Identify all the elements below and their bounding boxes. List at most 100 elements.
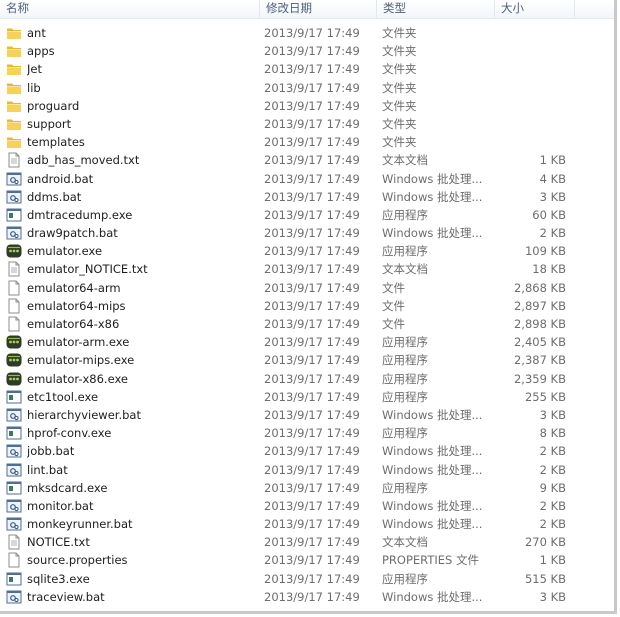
- file-size: 3 KB: [539, 189, 566, 204]
- blank-file-icon: [6, 298, 22, 314]
- file-name: support: [27, 116, 72, 131]
- file-name: proguard: [27, 98, 80, 113]
- file-row[interactable]: traceview.bat 2013/9/17 17:49 Windows 批处理.…: [0, 588, 614, 606]
- file-size: 2,868 KB: [513, 280, 566, 295]
- file-date-modified: 2013/9/17 17:49: [264, 335, 360, 350]
- file-type: Windows 批处理...: [382, 462, 483, 477]
- emulator-icon: [6, 334, 22, 350]
- file-type: 应用程序: [382, 353, 428, 368]
- file-row[interactable]: templates 2013/9/17 17:49 文件夹: [0, 133, 614, 151]
- file-row[interactable]: android.bat 2013/9/17 17:49 Windows 批处理...…: [0, 170, 614, 188]
- file-name: android.bat: [27, 171, 94, 186]
- file-date-modified: 2013/9/17 17:49: [264, 98, 360, 113]
- file-row[interactable]: emulator-arm.exe 2013/9/17 17:49 应用程序 2,405…: [0, 333, 614, 351]
- file-name: emulator64-arm: [27, 280, 121, 295]
- file-date-modified: 2013/9/17 17:49: [264, 80, 360, 95]
- file-name: adb_has_moved.txt: [27, 153, 140, 168]
- file-row[interactable]: Jet 2013/9/17 17:49 文件夹: [0, 60, 614, 78]
- folder-icon: [6, 98, 22, 114]
- blank-file-icon: [6, 280, 22, 296]
- file-type: Windows 批处理...: [382, 226, 483, 241]
- file-type: 文件夹: [382, 135, 417, 150]
- file-name: monkeyrunner.bat: [27, 517, 133, 532]
- file-row[interactable]: adb_has_moved.txt 2013/9/17 17:49 文本文档 1 KB: [0, 151, 614, 169]
- file-date-modified: 2013/9/17 17:49: [264, 189, 360, 204]
- file-row[interactable]: emulator-mips.exe 2013/9/17 17:49 应用程序 2,38…: [0, 351, 614, 369]
- file-size: 2,359 KB: [513, 371, 566, 386]
- file-name: ddms.bat: [27, 189, 82, 204]
- file-name: Jet: [27, 62, 42, 77]
- file-row[interactable]: emulator_NOTICE.txt 2013/9/17 17:49 文本文档 18…: [0, 260, 614, 278]
- file-row[interactable]: emulator64-x86 2013/9/17 17:49 文件 2,898 KB: [0, 315, 614, 333]
- text-file-icon: [6, 261, 22, 277]
- file-row[interactable]: emulator.exe 2013/9/17 17:49 应用程序 109 KB: [0, 242, 614, 260]
- folder-icon: [6, 61, 22, 77]
- file-name: emulator-arm.exe: [27, 335, 130, 350]
- file-row[interactable]: lint.bat 2013/9/17 17:49 Windows 批处理... 2 K…: [0, 461, 614, 479]
- file-size: [495, 60, 566, 78]
- file-row[interactable]: support 2013/9/17 17:49 文件夹: [0, 115, 614, 133]
- file-type: 文本文档: [382, 153, 428, 168]
- file-size: 1 KB: [539, 553, 566, 568]
- file-row[interactable]: proguard 2013/9/17 17:49 文件夹: [0, 97, 614, 115]
- file-row[interactable]: sqlite3.exe 2013/9/17 17:49 应用程序 515 KB: [0, 570, 614, 588]
- column-header-type[interactable]: 类型: [377, 0, 495, 18]
- file-row[interactable]: emulator-x86.exe 2013/9/17 17:49 应用程序 2,359…: [0, 370, 614, 388]
- file-size: 2,387 KB: [513, 353, 566, 368]
- file-row[interactable]: apps 2013/9/17 17:49 文件夹: [0, 42, 614, 60]
- file-date-modified: 2013/9/17 17:49: [264, 135, 360, 150]
- file-row[interactable]: hprof-conv.exe 2013/9/17 17:49 应用程序 8 KB: [0, 424, 614, 442]
- file-row[interactable]: emulator64-mips 2013/9/17 17:49 文件 2,897 KB: [0, 297, 614, 315]
- file-name: emulator-x86.exe: [27, 371, 128, 386]
- file-row[interactable]: hierarchyviewer.bat 2013/9/17 17:49 Window…: [0, 406, 614, 424]
- file-row[interactable]: NOTICE.txt 2013/9/17 17:49 文本文档 270 KB: [0, 533, 614, 551]
- file-row[interactable]: monkeyrunner.bat 2013/9/17 17:49 Windows 批…: [0, 515, 614, 533]
- file-name: emulator_NOTICE.txt: [27, 262, 148, 277]
- file-date-modified: 2013/9/17 17:49: [264, 298, 360, 313]
- file-date-modified: 2013/9/17 17:49: [264, 26, 360, 40]
- file-type: 文件夹: [382, 26, 417, 40]
- file-size: 270 KB: [524, 535, 566, 550]
- column-header-date-modified[interactable]: 修改日期: [260, 0, 377, 18]
- file-date-modified: 2013/9/17 17:49: [264, 535, 360, 550]
- file-row[interactable]: source.properties 2013/9/17 17:49 PROPERTI…: [0, 551, 614, 569]
- file-size: [495, 42, 566, 60]
- executable-icon: [6, 389, 22, 405]
- file-row[interactable]: etc1tool.exe 2013/9/17 17:49 应用程序 255 KB: [0, 388, 614, 406]
- file-size: [495, 97, 566, 115]
- file-row[interactable]: emulator64-arm 2013/9/17 17:49 文件 2,868 KB: [0, 279, 614, 297]
- file-type: Windows 批处理...: [382, 407, 483, 422]
- file-size: 515 KB: [524, 571, 566, 586]
- file-row[interactable]: jobb.bat 2013/9/17 17:49 Windows 批处理... 2 K…: [0, 442, 614, 460]
- file-row[interactable]: ant 2013/9/17 17:49 文件夹: [0, 24, 614, 42]
- file-size: 1 KB: [539, 153, 566, 168]
- column-header-name[interactable]: 名称: [0, 0, 260, 18]
- file-name: source.properties: [27, 553, 128, 568]
- folder-icon: [6, 134, 22, 150]
- file-type: 应用程序: [382, 244, 428, 259]
- file-row[interactable]: ddms.bat 2013/9/17 17:49 Windows 批处理... 3 K…: [0, 188, 614, 206]
- file-size: 2 KB: [539, 498, 566, 513]
- column-header-size[interactable]: 大小: [495, 0, 575, 18]
- file-row[interactable]: mksdcard.exe 2013/9/17 17:49 应用程序 9 KB: [0, 479, 614, 497]
- file-name: NOTICE.txt: [27, 535, 90, 550]
- file-row[interactable]: dmtracedump.exe 2013/9/17 17:49 应用程序 60 KB: [0, 206, 614, 224]
- file-list-window: 名称 修改日期 类型 大小 ant 2013/9/17 17:49 文件夹 apps 2…: [0, 0, 617, 614]
- file-row[interactable]: lib 2013/9/17 17:49 文件夹: [0, 79, 614, 97]
- file-name: draw9patch.bat: [27, 226, 118, 241]
- file-size: 255 KB: [524, 389, 566, 404]
- file-name: jobb.bat: [27, 444, 75, 459]
- file-type: Windows 批处理...: [382, 171, 483, 186]
- file-type: 文件: [382, 317, 405, 331]
- file-date-modified: 2013/9/17 17:49: [264, 44, 360, 59]
- file-name: emulator64-x86: [27, 317, 120, 331]
- file-name: lint.bat: [27, 462, 68, 477]
- file-date-modified: 2013/9/17 17:49: [264, 226, 360, 241]
- file-row[interactable]: draw9patch.bat 2013/9/17 17:49 Windows 批处理…: [0, 224, 614, 242]
- batch-file-icon: [6, 407, 22, 423]
- file-row[interactable]: monitor.bat 2013/9/17 17:49 Windows 批处理...…: [0, 497, 614, 515]
- file-type: 文件夹: [382, 98, 417, 113]
- emulator-icon: [6, 352, 22, 368]
- file-date-modified: 2013/9/17 17:49: [264, 389, 360, 404]
- file-type: 应用程序: [382, 480, 428, 495]
